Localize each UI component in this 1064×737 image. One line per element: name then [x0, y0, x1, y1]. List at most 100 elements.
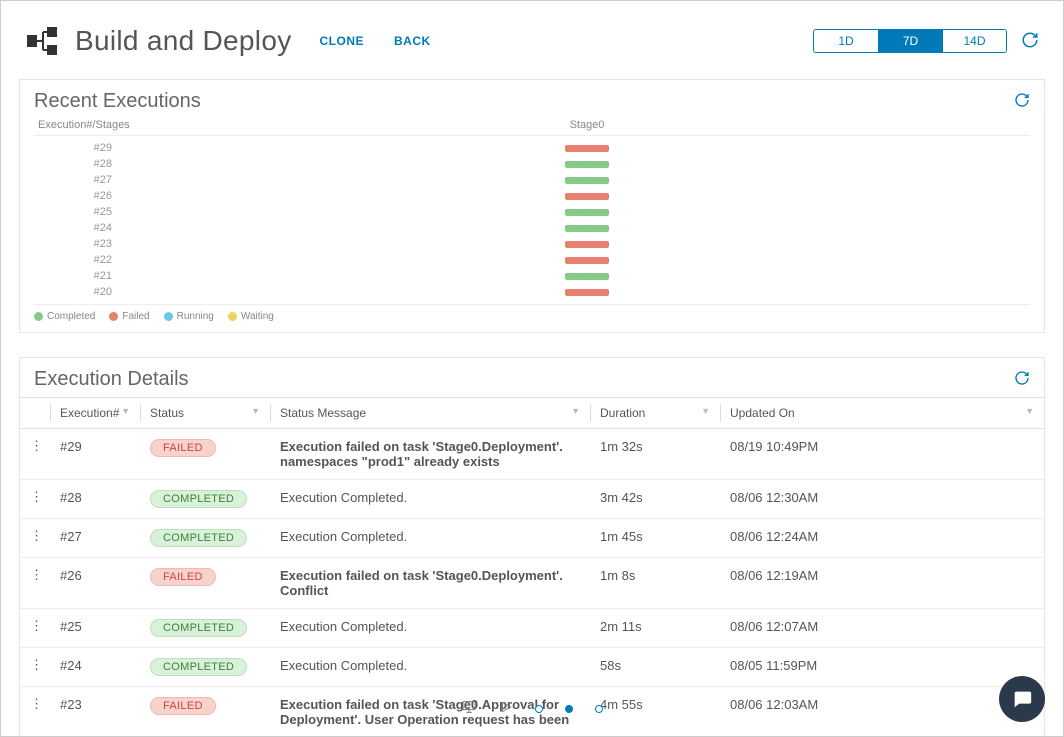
- chart-row[interactable]: #23: [34, 236, 1030, 252]
- chart-row[interactable]: #20: [34, 284, 1030, 300]
- chart-row[interactable]: #29: [34, 140, 1030, 156]
- chart-row[interactable]: #25: [34, 204, 1030, 220]
- chart-row[interactable]: #28: [34, 156, 1030, 172]
- stage-bar[interactable]: [565, 161, 609, 168]
- chart-stage-label: Stage0: [144, 119, 1030, 131]
- chart-row-label: #28: [34, 158, 144, 170]
- legend-running: Running: [177, 311, 214, 322]
- row-menu-icon[interactable]: ⋮: [20, 429, 50, 480]
- cell-duration: 1m 45s: [590, 519, 720, 558]
- refresh-icon[interactable]: [1021, 31, 1039, 52]
- cell-duration: 3m 42s: [590, 480, 720, 519]
- cell-duration: 1m 8s: [590, 558, 720, 609]
- legend-completed: Completed: [47, 311, 95, 322]
- time-range-7d[interactable]: 7D: [878, 30, 942, 52]
- chart-row-label: #24: [34, 222, 144, 234]
- status-badge: COMPLETED: [150, 619, 247, 637]
- stage-bar[interactable]: [565, 177, 609, 184]
- col-upd[interactable]: Updated On: [730, 406, 795, 420]
- row-menu-icon[interactable]: ⋮: [20, 648, 50, 687]
- stage-bar[interactable]: [565, 257, 609, 264]
- chart-legend: Completed Failed Running Waiting: [34, 305, 1030, 322]
- cell-duration: 2m 11s: [590, 609, 720, 648]
- stage-bar[interactable]: [565, 241, 609, 248]
- stage-bar[interactable]: [565, 273, 609, 280]
- monitor-icon[interactable]: [461, 699, 477, 718]
- table-row: ⋮#29FAILEDExecution failed on task 'Stag…: [20, 429, 1044, 480]
- chat-fab[interactable]: [999, 676, 1045, 722]
- filter-icon[interactable]: ▼: [1025, 406, 1034, 416]
- cell-message: Execution failed on task 'Stage0.Deploym…: [270, 558, 590, 609]
- back-link[interactable]: BACK: [394, 34, 431, 48]
- table-row: ⋮#27COMPLETEDExecution Completed.1m 45s0…: [20, 519, 1044, 558]
- col-dur[interactable]: Duration: [600, 406, 645, 420]
- cell-updated: 08/06 12:19AM: [720, 558, 1044, 609]
- play-icon[interactable]: [499, 700, 513, 717]
- stage-bar[interactable]: [565, 289, 609, 296]
- chart-row-label: #22: [34, 254, 144, 266]
- cell-updated: 08/06 12:24AM: [720, 519, 1044, 558]
- footer-nav: [1, 699, 1063, 718]
- col-status[interactable]: Status: [150, 406, 184, 420]
- legend-waiting: Waiting: [241, 311, 274, 322]
- clone-link[interactable]: CLONE: [320, 34, 365, 48]
- pipeline-icon: [25, 23, 61, 59]
- panel-refresh-icon[interactable]: [1014, 92, 1030, 111]
- cell-exec: #26: [50, 558, 140, 609]
- recent-executions-title: Recent Executions: [34, 90, 201, 113]
- row-menu-icon[interactable]: ⋮: [20, 558, 50, 609]
- stage-bar[interactable]: [565, 209, 609, 216]
- filter-icon[interactable]: ▼: [701, 406, 710, 416]
- cell-status: COMPLETED: [140, 480, 270, 519]
- legend-failed: Failed: [122, 311, 149, 322]
- chart-row-label: #29: [34, 142, 144, 154]
- status-badge: COMPLETED: [150, 490, 247, 508]
- time-range-1d[interactable]: 1D: [814, 30, 878, 52]
- filter-icon[interactable]: ▼: [121, 406, 130, 416]
- col-exec[interactable]: Execution#: [60, 406, 119, 420]
- execution-details-panel: Execution Details Execution#▼ Status▼ St…: [19, 357, 1045, 737]
- cell-message: Execution Completed.: [270, 519, 590, 558]
- row-menu-icon[interactable]: ⋮: [20, 609, 50, 648]
- chart-row[interactable]: #27: [34, 172, 1030, 188]
- table-row: ⋮#28COMPLETEDExecution Completed.3m 42s0…: [20, 480, 1044, 519]
- cell-exec: #28: [50, 480, 140, 519]
- chart-row-label: #23: [34, 238, 144, 250]
- cell-exec: #25: [50, 609, 140, 648]
- chart-row-label: #26: [34, 190, 144, 202]
- row-menu-icon[interactable]: ⋮: [20, 519, 50, 558]
- chart-row[interactable]: #26: [34, 188, 1030, 204]
- chart-row[interactable]: #21: [34, 268, 1030, 284]
- details-refresh-icon[interactable]: [1014, 370, 1030, 389]
- executions-table: Execution#▼ Status▼ Status Message▼ Dura…: [20, 397, 1044, 737]
- cell-status: COMPLETED: [140, 519, 270, 558]
- table-row: ⋮#24COMPLETEDExecution Completed.58s08/0…: [20, 648, 1044, 687]
- time-range-14d[interactable]: 14D: [942, 30, 1006, 52]
- time-range-toggle: 1D 7D 14D: [813, 29, 1007, 53]
- page-header: Build and Deploy CLONE BACK 1D 7D 14D: [1, 1, 1063, 73]
- chart-row-label: #27: [34, 174, 144, 186]
- nav-dot-2[interactable]: [565, 705, 573, 713]
- table-row: ⋮#25COMPLETEDExecution Completed.2m 11s0…: [20, 609, 1044, 648]
- chart-row[interactable]: #24: [34, 220, 1030, 236]
- stage-bar[interactable]: [565, 145, 609, 152]
- legend-dot-completed: [34, 312, 43, 321]
- row-menu-icon[interactable]: ⋮: [20, 480, 50, 519]
- nav-dot-3[interactable]: [595, 705, 603, 713]
- chart-row[interactable]: #22: [34, 252, 1030, 268]
- executions-chart: Execution#/Stages Stage0 #29#28#27#26#25…: [20, 119, 1044, 332]
- chart-row-label: #20: [34, 286, 144, 298]
- stage-bar[interactable]: [565, 225, 609, 232]
- header-links: CLONE BACK: [320, 34, 431, 48]
- filter-icon[interactable]: ▼: [251, 406, 260, 416]
- filter-icon[interactable]: ▼: [571, 406, 580, 416]
- chart-row-label: #25: [34, 206, 144, 218]
- col-msg[interactable]: Status Message: [280, 406, 366, 420]
- status-badge: FAILED: [150, 439, 216, 457]
- nav-dot-1[interactable]: [535, 705, 543, 713]
- stage-bar[interactable]: [565, 193, 609, 200]
- cell-exec: #24: [50, 648, 140, 687]
- cell-duration: 58s: [590, 648, 720, 687]
- cell-updated: 08/06 12:07AM: [720, 609, 1044, 648]
- cell-message: Execution Completed.: [270, 480, 590, 519]
